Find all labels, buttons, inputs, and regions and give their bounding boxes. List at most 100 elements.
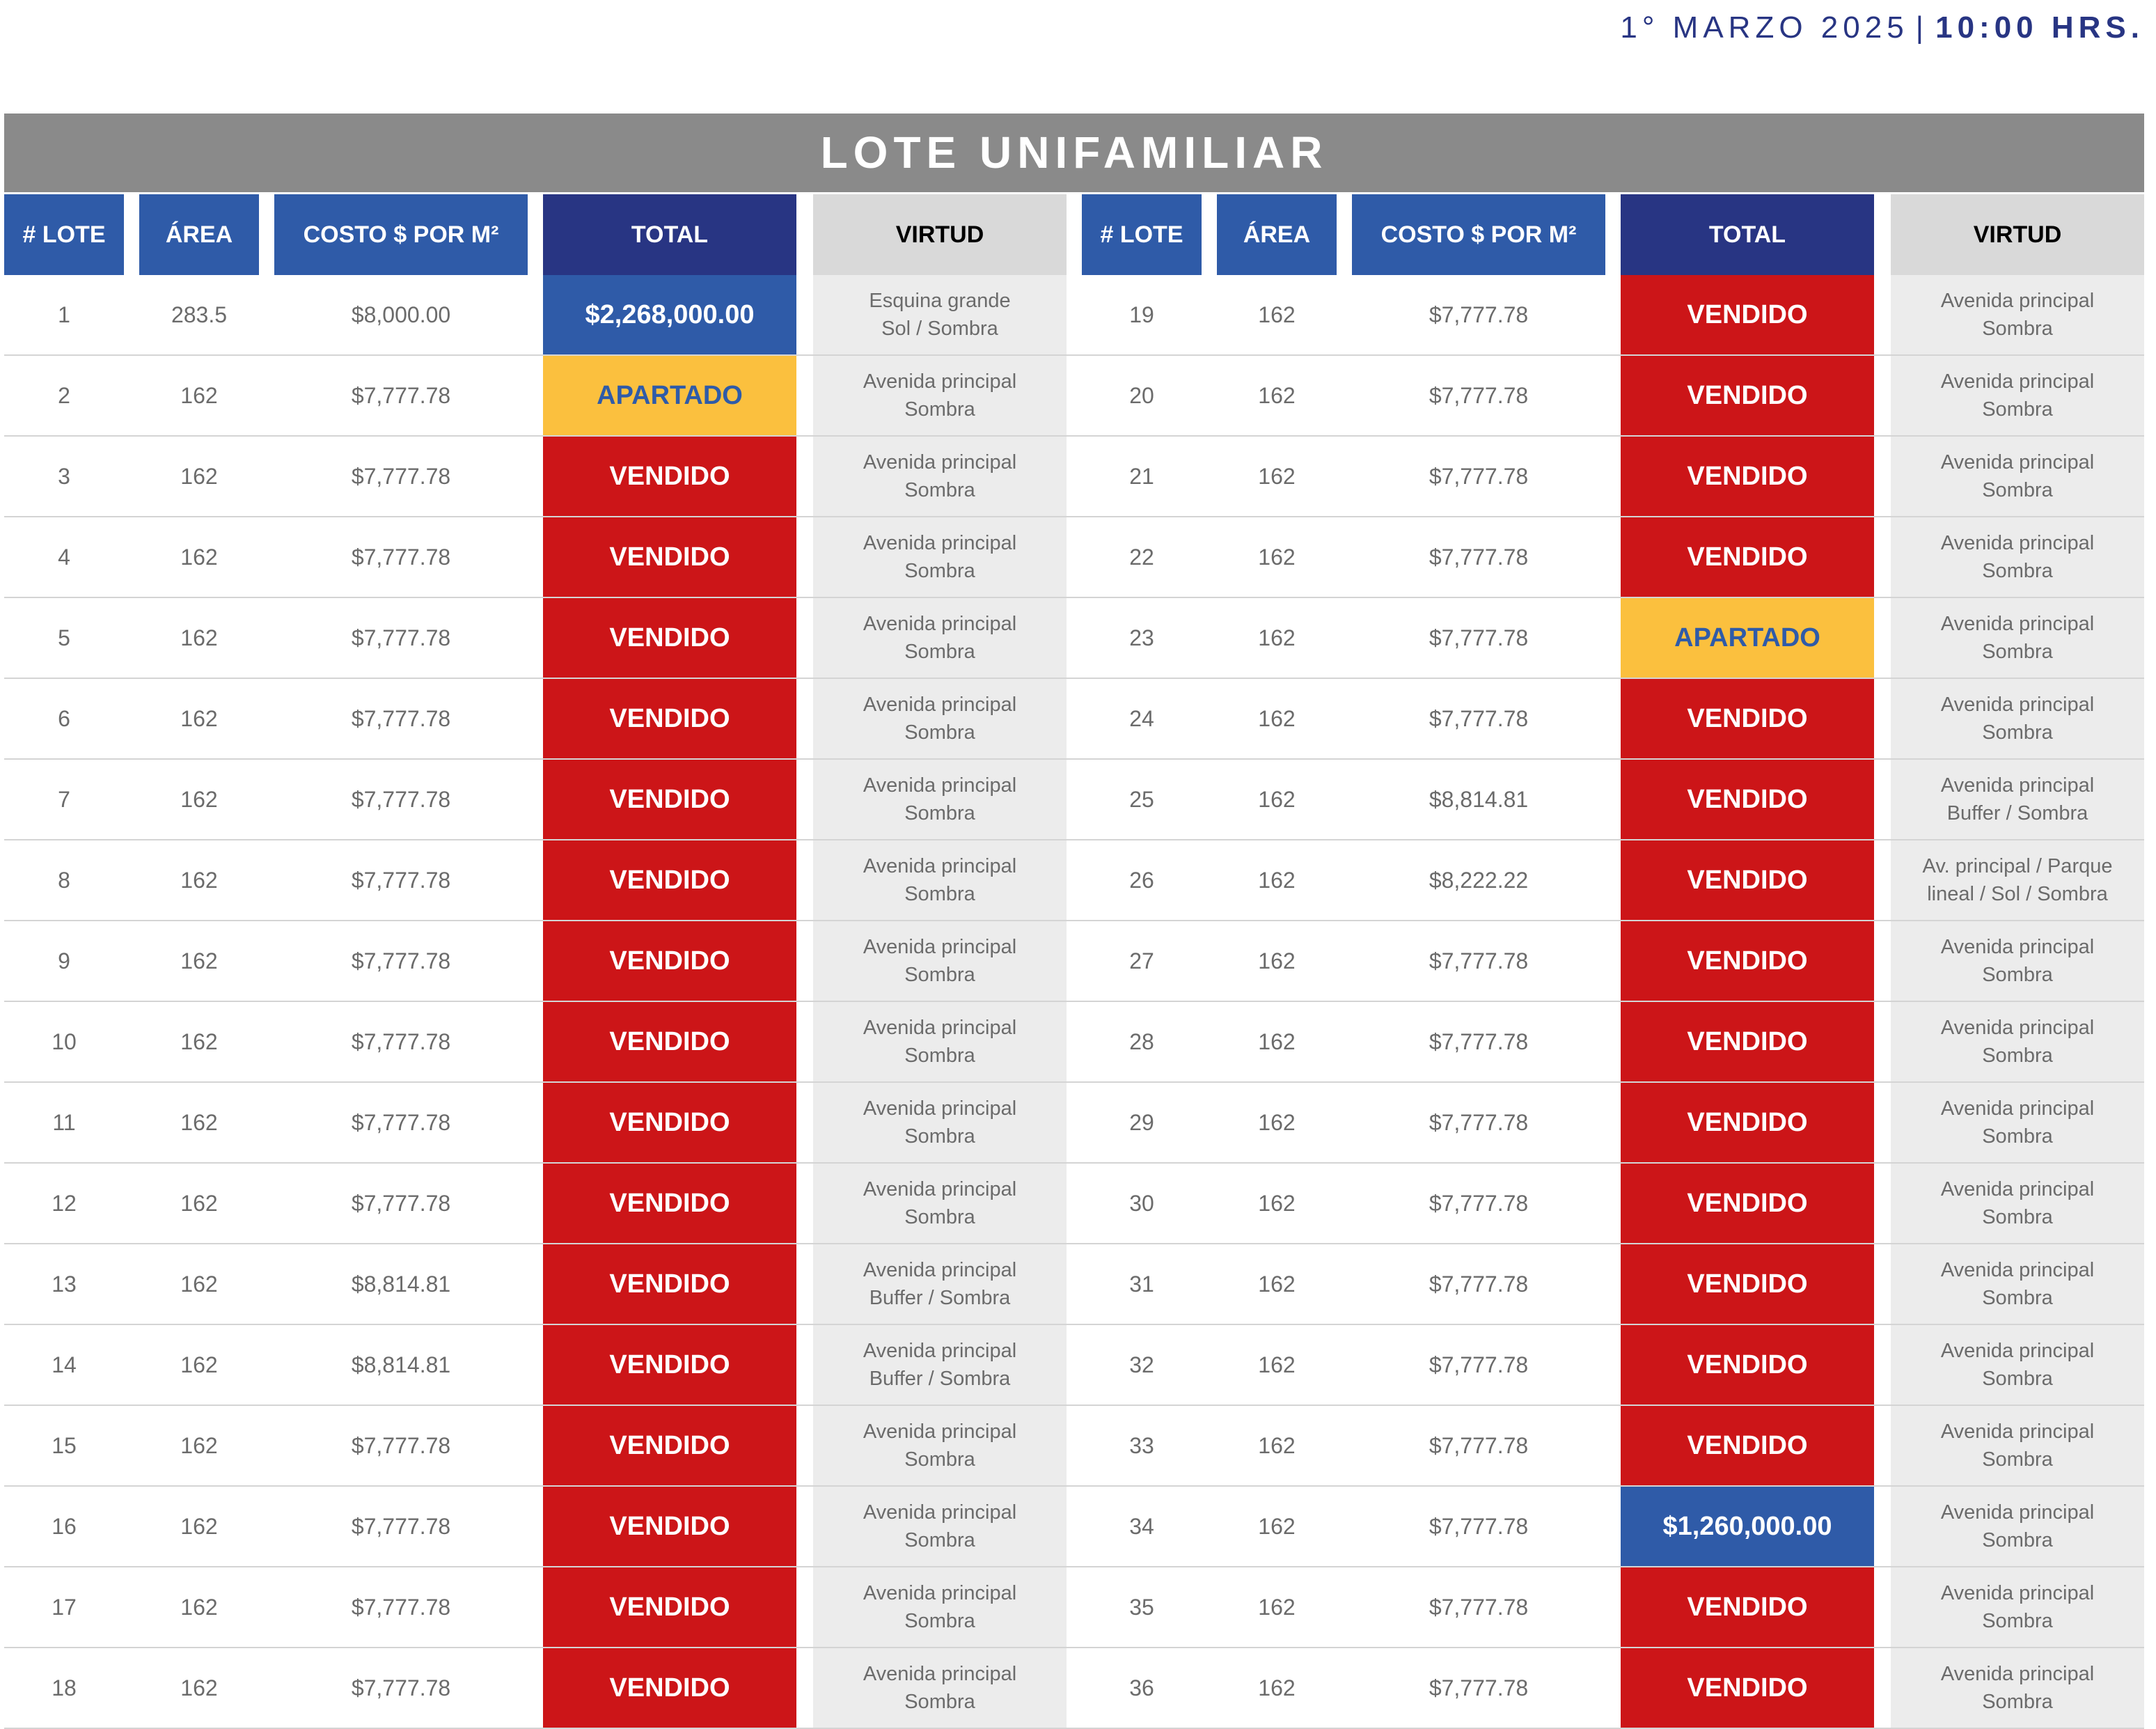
lote-cell: 28: [1129, 1028, 1154, 1054]
costo-cell: $7,777.78: [351, 786, 451, 812]
total-status-cell: VENDIDO: [1621, 275, 1874, 354]
virtud-line: Sombra: [1982, 641, 2053, 663]
virtud-cell: Avenida principal Sombra: [813, 1083, 1067, 1162]
virtud-line: Sombra: [1982, 1206, 2053, 1228]
table-row: 13 162 $8,814.81 VENDIDO Avenida principal Bu…: [4, 1244, 2144, 1325]
header-virtud: VIRTUD: [813, 194, 1067, 275]
table-row: 17 162 $7,777.78 VENDIDO Avenida principal So…: [4, 1567, 2144, 1648]
virtud-cell: Avenida principal Sombra: [1891, 1164, 2144, 1243]
area-cell: 162: [180, 867, 218, 893]
costo-cell: $8,814.81: [1429, 786, 1529, 812]
virtud-cell: Avenida principal Sombra: [1891, 1083, 2144, 1162]
area-cell: 162: [1258, 705, 1296, 731]
costo-cell: $7,777.78: [351, 1190, 451, 1216]
virtud-line: Sombra: [904, 883, 975, 905]
time-label: 10:00 HRS.: [1935, 10, 2144, 45]
virtud-cell: Avenida principal Sombra: [813, 517, 1067, 597]
virtud-line: Avenida principal: [863, 532, 1017, 554]
lote-cell: 7: [58, 786, 70, 812]
lote-cell: 26: [1129, 867, 1154, 893]
table-row: 3 162 $7,777.78 VENDIDO Avenida principal Som…: [4, 437, 2144, 517]
virtud-line: Avenida principal: [863, 1178, 1017, 1200]
total-status-cell: VENDIDO: [543, 921, 796, 1001]
header-total-right: TOTAL: [1621, 194, 1874, 275]
area-cell: 162: [1258, 786, 1296, 812]
costo-cell: $7,777.78: [1429, 463, 1529, 489]
virtud-line: Avenida principal: [863, 1582, 1017, 1604]
area-cell: 162: [180, 1028, 218, 1054]
virtud-cell: Avenida principal Sombra: [813, 1406, 1067, 1485]
virtud-line: Sombra: [904, 1610, 975, 1632]
area-cell: 162: [180, 1513, 218, 1539]
lote-cell: 23: [1129, 625, 1154, 650]
virtud-line: Buffer / Sombra: [869, 1368, 1011, 1390]
area-cell: 162: [180, 1352, 218, 1377]
virtud-line: Avenida principal: [1940, 1017, 2095, 1039]
virtud-line: Sombra: [904, 641, 975, 663]
area-cell: 162: [180, 1432, 218, 1458]
virtud-cell: Avenida principal Sombra: [813, 598, 1067, 678]
header-virtud-right: VIRTUD: [1891, 194, 2144, 275]
virtud-cell: Avenida principal Sombra: [1891, 1567, 2144, 1647]
virtud-line: Avenida principal: [1940, 370, 2095, 393]
table-row: 5 162 $7,777.78 VENDIDO Avenida principal Som…: [4, 598, 2144, 679]
area-cell: 162: [1258, 948, 1296, 973]
virtud-cell: Avenida principal Sombra: [1891, 598, 2144, 678]
lote-cell: 20: [1129, 382, 1154, 408]
total-status-cell: VENDIDO: [1621, 679, 1874, 758]
lote-cell: 22: [1129, 544, 1154, 570]
virtud-cell: Avenida principal Sombra: [1891, 1406, 2144, 1485]
area-cell: 162: [1258, 463, 1296, 489]
virtud-line: Sombra: [1982, 721, 2053, 744]
virtud-line: Avenida principal: [1940, 1097, 2095, 1120]
virtud-cell: Avenida principal Sombra: [1891, 1487, 2144, 1566]
virtud-line: Avenida principal: [863, 1017, 1017, 1039]
costo-cell: $8,222.22: [1429, 867, 1529, 893]
virtud-line: Avenida principal: [863, 855, 1017, 877]
lote-cell: 30: [1129, 1190, 1154, 1216]
virtud-line: Avenida principal: [1940, 1663, 2095, 1685]
virtud-line: Avenida principal: [863, 370, 1017, 393]
virtud-cell: Avenida principal Sombra: [1891, 679, 2144, 758]
costo-cell: $7,777.78: [1429, 1109, 1529, 1135]
total-status-cell: VENDIDO: [543, 1648, 796, 1728]
total-status-cell: VENDIDO: [543, 1567, 796, 1647]
total-status-cell: VENDIDO: [543, 760, 796, 839]
table-row: 4 162 $7,777.78 VENDIDO Avenida principal Som…: [4, 517, 2144, 598]
area-cell: 162: [1258, 1352, 1296, 1377]
virtud-line: Sombra: [904, 1691, 975, 1713]
total-status-cell: VENDIDO: [1621, 517, 1874, 597]
table-row: 10 162 $7,777.78 VENDIDO Avenida principal So…: [4, 1002, 2144, 1083]
area-cell: 162: [1258, 382, 1296, 408]
area-cell: 162: [1258, 544, 1296, 570]
total-status-cell: VENDIDO: [1621, 1406, 1874, 1485]
area-cell: 162: [1258, 1432, 1296, 1458]
costo-cell: $7,777.78: [1429, 1190, 1529, 1216]
lote-cell: 18: [52, 1675, 77, 1700]
area-cell: 162: [180, 1271, 218, 1297]
total-status-cell: $1,260,000.00: [1621, 1487, 1874, 1566]
costo-cell: $7,777.78: [1429, 1432, 1529, 1458]
lote-cell: 8: [58, 867, 70, 893]
lote-cell: 16: [52, 1513, 77, 1539]
total-status-cell: $2,268,000.00: [543, 275, 796, 354]
date-header: 1° MARZO 2025 | 10:00 HRS.: [0, 0, 2144, 56]
virtud-line: Avenida principal: [1940, 774, 2095, 797]
costo-cell: $8,000.00: [351, 302, 451, 327]
lote-cell: 24: [1129, 705, 1154, 731]
table-row: 7 162 $7,777.78 VENDIDO Avenida principal Som…: [4, 760, 2144, 840]
costo-cell: $7,777.78: [351, 625, 451, 650]
area-cell: 162: [180, 786, 218, 812]
lote-cell: 19: [1129, 302, 1154, 327]
area-cell: 162: [1258, 1028, 1296, 1054]
virtud-line: Sombra: [1982, 964, 2053, 986]
table-row: 2 162 $7,777.78 APARTADO Avenida principal So…: [4, 356, 2144, 437]
costo-cell: $7,777.78: [1429, 302, 1529, 327]
virtud-line: Avenida principal: [863, 1340, 1017, 1362]
table-row: 8 162 $7,777.78 VENDIDO Avenida principal Som…: [4, 840, 2144, 921]
virtud-line: Avenida principal: [863, 1663, 1017, 1685]
virtud-line: Sombra: [904, 721, 975, 744]
area-cell: 162: [180, 544, 218, 570]
costo-cell: $7,777.78: [351, 867, 451, 893]
costo-cell: $7,777.78: [351, 544, 451, 570]
